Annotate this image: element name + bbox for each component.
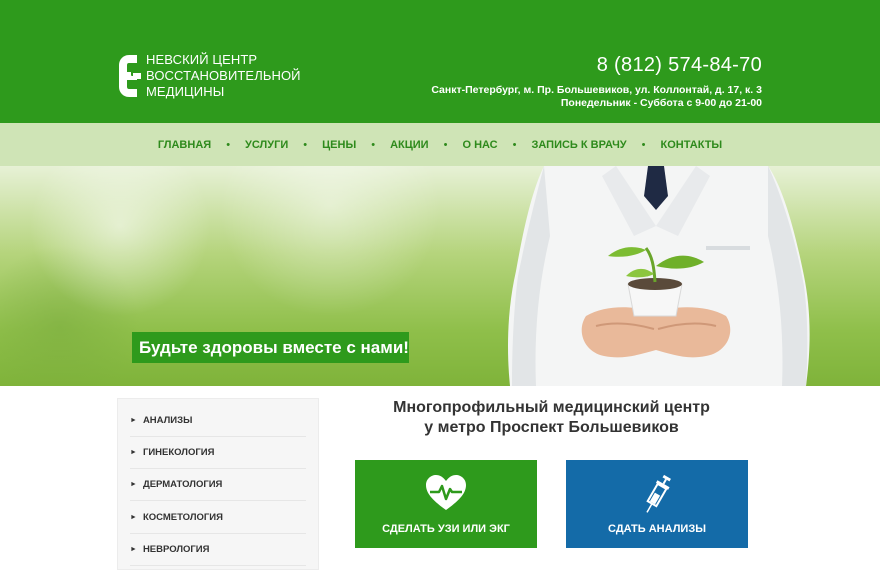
- sidebar-item-label: АНАЛИЗЫ: [142, 415, 193, 426]
- syringe-icon-wrap: [566, 474, 748, 513]
- hero-slogan: Будьте здоровы вместе с нами!: [132, 332, 409, 363]
- arrow-right-icon: ►: [130, 546, 137, 553]
- tile-label: СДАТЬ АНАЛИЗЫ: [608, 523, 706, 535]
- nav-item-home[interactable]: ГЛАВНАЯ: [157, 139, 212, 151]
- sidebar-item-label: ДЕРМАТОЛОГИЯ: [142, 479, 223, 490]
- sidebar-item-cosmetology[interactable]: ► КОСМЕТОЛОГИЯ: [130, 502, 306, 534]
- logo-line-3: МЕДИЦИНЫ: [146, 84, 225, 99]
- services-sidebar: ► АНАЛИЗЫ ► ГИНЕКОЛОГИЯ ► ДЕРМАТОЛОГИЯ ►…: [117, 398, 319, 570]
- logo-text: НЕВСКИЙ ЦЕНТР ВОССТАНОВИТЕЛЬНОЙ МЕДИЦИНЫ: [146, 52, 301, 100]
- tile-label: СДЕЛАТЬ УЗИ ИЛИ ЭКГ: [382, 523, 510, 535]
- nav-separator: •: [371, 138, 376, 151]
- sidebar-item-neurology[interactable]: ► НЕВРОЛОГИЯ: [130, 534, 306, 566]
- page-title-line-1: Многопрофильный медицинский центр: [393, 399, 710, 416]
- nav-separator: •: [226, 138, 231, 151]
- take-tests-button[interactable]: СДАТЬ АНАЛИЗЫ: [566, 460, 748, 548]
- logo-line-1: НЕВСКИЙ ЦЕНТР: [146, 52, 258, 67]
- arrow-right-icon: ►: [130, 481, 137, 488]
- doctor-with-plant-image: [508, 166, 810, 386]
- page-title-line-2: у метро Проспект Большевиков: [424, 419, 679, 436]
- sidebar-item-analyses[interactable]: ► АНАЛИЗЫ: [130, 405, 306, 437]
- nav-separator: •: [641, 138, 646, 151]
- nav-item-promotions[interactable]: АКЦИИ: [389, 139, 430, 151]
- sidebar-item-label: КОСМЕТОЛОГИЯ: [142, 512, 223, 523]
- sidebar-item-label: ГИНЕКОЛОГИЯ: [142, 447, 215, 458]
- arrow-right-icon: ►: [130, 417, 137, 424]
- main-nav: ГЛАВНАЯ • УСЛУГИ • ЦЕНЫ • АКЦИИ • О НАС …: [0, 123, 880, 166]
- nav-item-prices[interactable]: ЦЕНЫ: [321, 139, 357, 151]
- heart-pulse-icon: [426, 475, 466, 510]
- nav-item-about[interactable]: О НАС: [461, 139, 498, 151]
- page-title: Многопрофильный медицинский центр у метр…: [355, 398, 748, 438]
- arrow-right-icon: ►: [130, 449, 137, 456]
- nav-item-contacts[interactable]: КОНТАКТЫ: [660, 139, 724, 151]
- heart-pulse-icon-wrap: [355, 474, 537, 512]
- syringe-icon: [646, 474, 671, 513]
- working-hours: Понедельник - Суббота с 9-00 до 21-00: [560, 97, 762, 109]
- nav-separator: •: [303, 138, 308, 151]
- sidebar-item-label: НЕВРОЛОГИЯ: [142, 544, 210, 555]
- logo-line-2: ВОССТАНОВИТЕЛЬНОЙ: [146, 68, 301, 83]
- medical-cross-logo-icon: [119, 55, 141, 97]
- nav-separator: •: [443, 138, 448, 151]
- sidebar-item-gynecology[interactable]: ► ГИНЕКОЛОГИЯ: [130, 437, 306, 469]
- nav-separator: •: [512, 138, 517, 151]
- nav-item-services[interactable]: УСЛУГИ: [244, 139, 289, 151]
- arrow-right-icon: ►: [130, 514, 137, 521]
- address: Санкт-Петербург, м. Пр. Большевиков, ул.…: [431, 84, 762, 96]
- site-header: НЕВСКИЙ ЦЕНТР ВОССТАНОВИТЕЛЬНОЙ МЕДИЦИНЫ…: [0, 0, 880, 123]
- sidebar-item-dermatology[interactable]: ► ДЕРМАТОЛОГИЯ: [130, 469, 306, 501]
- ultrasound-ecg-button[interactable]: СДЕЛАТЬ УЗИ ИЛИ ЭКГ: [355, 460, 537, 548]
- nav-item-appointment[interactable]: ЗАПИСЬ К ВРАЧУ: [530, 139, 627, 151]
- logo[interactable]: НЕВСКИЙ ЦЕНТР ВОССТАНОВИТЕЛЬНОЙ МЕДИЦИНЫ: [117, 52, 301, 100]
- header-contacts: 8 (812) 574-84-70 Санкт-Петербург, м. Пр…: [431, 52, 762, 110]
- phone-number[interactable]: 8 (812) 574-84-70: [431, 52, 762, 78]
